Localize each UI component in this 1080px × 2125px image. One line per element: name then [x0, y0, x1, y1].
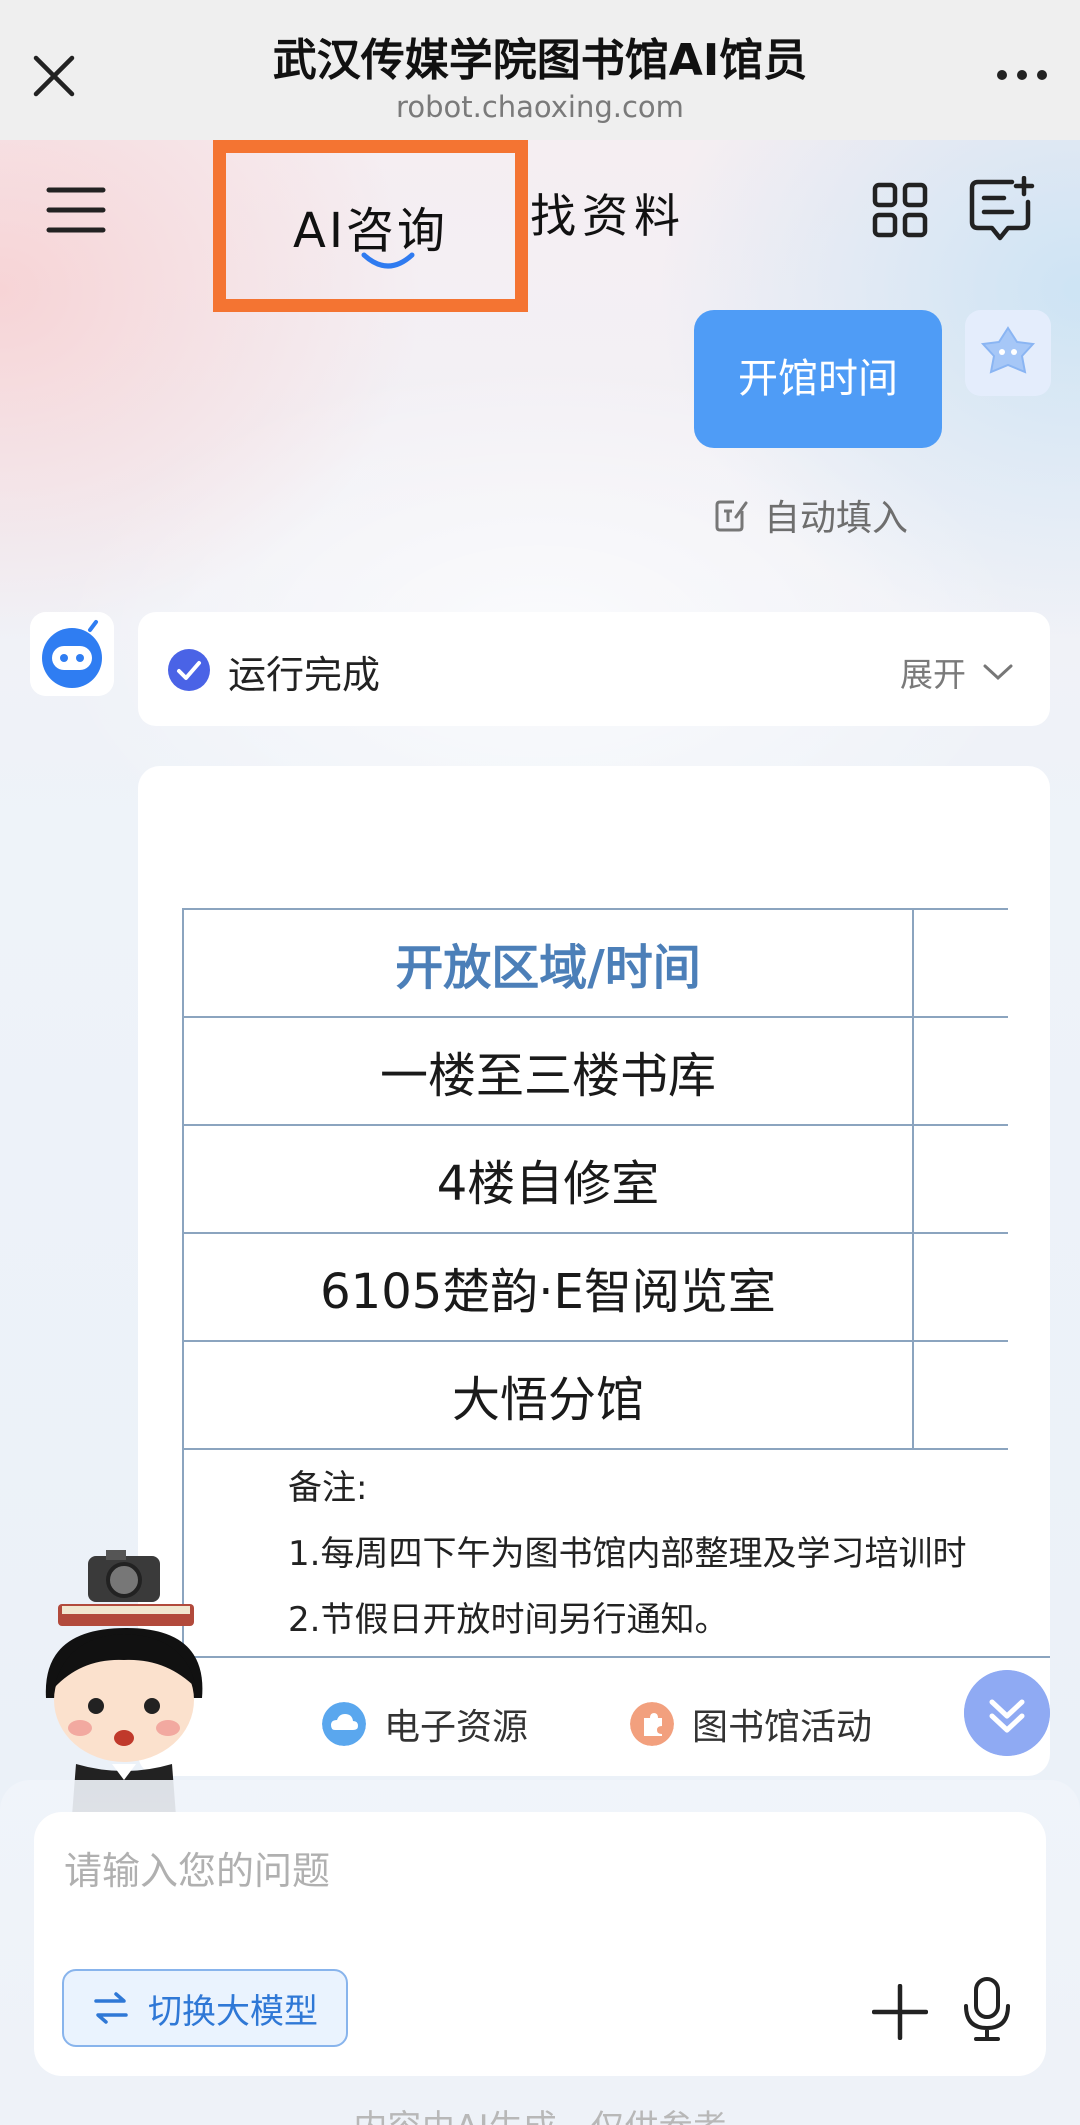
table-header-cell: 开放区域/时间: [182, 908, 914, 1018]
check-circle-icon: [168, 649, 210, 691]
table-header-cell-2: [912, 908, 1008, 1018]
active-tab-indicator: [361, 252, 415, 269]
switch-model-button[interactable]: 切换大模型: [62, 1969, 348, 2047]
suggestion-chip-e-resources[interactable]: 电子资源: [288, 1686, 566, 1762]
table-cell-area: 大悟分馆: [182, 1340, 914, 1450]
cloud-icon: [322, 1702, 366, 1746]
table-cell-time: [912, 1340, 1008, 1450]
puzzle-icon: [630, 1702, 674, 1746]
microphone-icon[interactable]: [962, 1976, 1012, 2042]
table-cell-time: [912, 1016, 1008, 1126]
table-cell-area: 一楼至三楼书库: [182, 1016, 914, 1126]
hours-table: 开放区域/时间 一楼至三楼书库 4楼自修室 6105楚韵·E智阅览室 大悟分馆: [182, 908, 1008, 1450]
table-header-row: 开放区域/时间: [182, 908, 1008, 1018]
expand-label: 展开: [900, 655, 966, 694]
chevron-down-icon: [983, 664, 1013, 681]
table-row: 4楼自修室: [182, 1124, 1008, 1234]
edit-icon: [715, 500, 748, 532]
table-row: 一楼至三楼书库: [182, 1016, 1008, 1126]
table-row: 大悟分馆: [182, 1340, 1008, 1450]
switch-model-label: 切换大模型: [148, 1991, 318, 2032]
notes-title: 备注:: [288, 1468, 368, 1508]
browser-url: robot.chaoxing.com: [396, 90, 684, 124]
notes-line-1: 1.每周四下午为图书馆内部整理及学习培训时: [288, 1534, 967, 1574]
expand-button[interactable]: 展开: [900, 648, 1014, 696]
autofill-label: 自动填入: [764, 498, 909, 539]
ai-disclaimer: 内容由AI生成，仅供参考: [0, 2100, 1080, 2125]
autofill-button[interactable]: 自动填入: [714, 490, 908, 540]
table-notes: 备注: 1.每周四下午为图书馆内部整理及学习培训时 2.节假日开放时间另行通知。: [182, 1448, 1050, 1658]
table-row: 6105楚韵·E智阅览室: [182, 1232, 1008, 1342]
answer-card: 开放区域/时间 一楼至三楼书库 4楼自修室 6105楚韵·E智阅览室 大悟分馆 …: [138, 766, 1050, 1776]
browser-bar: 武汉传媒学院图书馆AI馆员 robot.chaoxing.com: [0, 0, 1080, 140]
chip-label: 图书馆活动: [692, 1707, 873, 1748]
table-cell-area: 4楼自修室: [182, 1124, 914, 1234]
user-avatar: [965, 310, 1051, 396]
input-placeholder: 请输入您的问题: [64, 1849, 331, 1893]
plus-icon[interactable]: [872, 1984, 928, 2040]
bot-avatar: [30, 612, 114, 696]
swap-icon: [94, 1992, 128, 2024]
table-cell-time: [912, 1232, 1008, 1342]
table-cell-area: 6105楚韵·E智阅览室: [182, 1232, 914, 1342]
grid-icon[interactable]: [872, 182, 928, 238]
menu-icon[interactable]: [46, 185, 106, 235]
browser-title: 武汉传媒学院图书馆AI馆员: [272, 35, 808, 86]
question-input[interactable]: 请输入您的问题 切换大模型: [34, 1812, 1046, 2076]
tab-find-materials[interactable]: 找资料: [530, 180, 686, 246]
chip-label: 电子资源: [384, 1707, 529, 1748]
app-header: AI咨询 找资料: [0, 140, 1080, 312]
notes-line-2: 2.节假日开放时间另行通知。: [288, 1600, 729, 1640]
run-status-text: 运行完成: [228, 653, 381, 697]
table-cell-time: [912, 1124, 1008, 1234]
scroll-down-icon[interactable]: [964, 1670, 1050, 1756]
user-message-bubble: 开馆时间: [694, 310, 942, 448]
tab-ai-consult-highlight: AI咨询: [213, 140, 528, 312]
new-chat-icon[interactable]: [968, 176, 1036, 242]
mascot-illustration[interactable]: [36, 1548, 212, 1816]
run-status-card: 运行完成 展开: [138, 612, 1050, 726]
suggestion-chip-library-events[interactable]: 图书馆活动: [596, 1686, 908, 1762]
more-icon[interactable]: [994, 60, 1050, 90]
